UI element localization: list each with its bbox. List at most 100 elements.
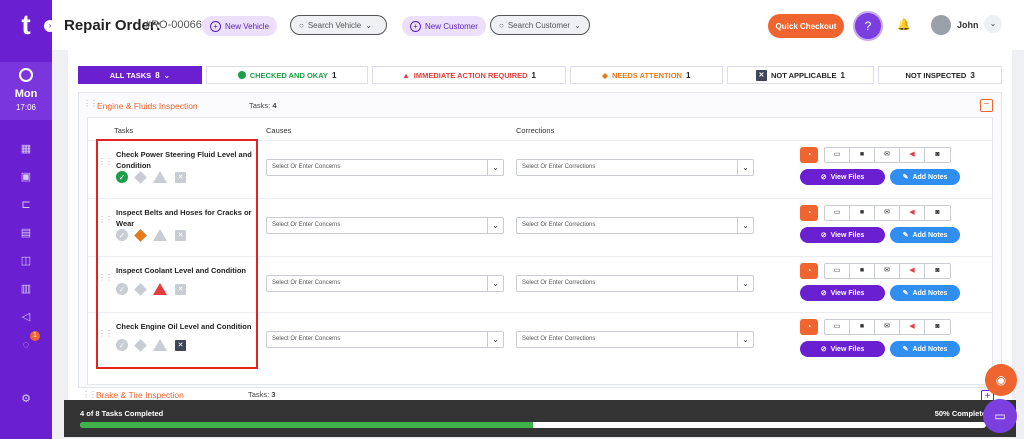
gauge-icon[interactable]: ◔: [800, 147, 818, 163]
image-icon[interactable]: ▭: [825, 264, 850, 278]
invoice-icon[interactable]: ▤: [19, 226, 33, 240]
audio-icon[interactable]: ◀: [900, 264, 925, 278]
warning-triangle-icon[interactable]: [153, 171, 167, 183]
not-applicable-icon[interactable]: ✕: [175, 339, 186, 351]
warning-triangle-icon[interactable]: [153, 339, 167, 351]
drag-handle-icon[interactable]: ⋮⋮: [83, 99, 98, 108]
corrections-select[interactable]: Select Or Enter Corrections ⌄: [516, 331, 754, 348]
filter-count: 1: [840, 70, 845, 80]
help-button[interactable]: ?: [853, 11, 883, 41]
video-icon[interactable]: ■: [850, 320, 875, 334]
drag-handle-icon[interactable]: ⋮⋮: [98, 273, 113, 282]
camera-icon[interactable]: ◙: [925, 148, 950, 162]
warning-triangle-icon[interactable]: [153, 229, 167, 241]
settings-icon[interactable]: ⚙: [19, 392, 33, 406]
camera-icon[interactable]: ◙: [925, 320, 950, 334]
collapse-section-button[interactable]: −: [980, 99, 993, 112]
corrections-select[interactable]: Select Or Enter Corrections ⌄: [516, 159, 754, 176]
camera-icon[interactable]: ◙: [925, 264, 950, 278]
check-circle-icon[interactable]: ✓: [116, 283, 128, 295]
video-icon[interactable]: ■: [850, 264, 875, 278]
check-circle-icon[interactable]: ✓: [116, 229, 128, 241]
drag-handle-icon[interactable]: ⋮⋮: [98, 329, 113, 338]
image-icon[interactable]: ▭: [825, 206, 850, 220]
causes-select[interactable]: Select Or Enter Concerns ⌄: [266, 331, 504, 348]
corrections-select[interactable]: Select Or Enter Corrections ⌄: [516, 217, 754, 234]
view-files-button[interactable]: ⊘ View Files: [800, 169, 885, 185]
chat-icon[interactable]: ◌ 1: [19, 331, 40, 352]
audio-icon[interactable]: ◀: [900, 148, 925, 162]
gauge-icon[interactable]: ◔: [800, 205, 818, 221]
not-applicable-icon[interactable]: ✕: [175, 171, 186, 183]
audio-icon[interactable]: ◀: [900, 206, 925, 220]
user-name[interactable]: John: [957, 20, 979, 30]
video-icon[interactable]: ■: [850, 206, 875, 220]
corrections-select[interactable]: Select Or Enter Corrections ⌄: [516, 275, 754, 292]
view-files-button[interactable]: ⊘ View Files: [800, 227, 885, 243]
message-icon[interactable]: ✉: [875, 264, 900, 278]
chevron-down-icon: ⌄: [737, 218, 753, 233]
section-title[interactable]: Engine & Fluids Inspection: [97, 101, 198, 111]
message-icon[interactable]: ✉: [875, 148, 900, 162]
gauge-icon[interactable]: ◔: [800, 319, 818, 335]
messages-icon[interactable]: ▭: [983, 399, 1017, 433]
attention-diamond-icon[interactable]: [134, 228, 147, 242]
filter-checked-okay[interactable]: CHECKED AND OKAY 1: [205, 66, 369, 84]
gauge-icon[interactable]: ◔: [800, 263, 818, 279]
next-section-title[interactable]: Brake & Tire Inspection: [96, 390, 184, 400]
causes-select[interactable]: Select Or Enter Concerns ⌄: [266, 159, 504, 176]
video-icon[interactable]: ■: [850, 148, 875, 162]
new-customer-button[interactable]: + New Customer: [402, 16, 486, 36]
filter-all-tasks[interactable]: ALL TASKS 8 ⌄: [78, 66, 202, 84]
app-logo[interactable]: t: [11, 10, 41, 40]
image-icon[interactable]: ▭: [825, 148, 850, 162]
add-notes-button[interactable]: ✎ Add Notes: [890, 169, 960, 185]
filter-immediate-action[interactable]: ▲ IMMEDIATE ACTION REQUIRED 1: [372, 66, 566, 84]
drag-handle-icon[interactable]: ⋮⋮: [98, 157, 113, 166]
not-applicable-icon[interactable]: ✕: [175, 229, 186, 241]
shop-icon[interactable]: ◫: [19, 254, 33, 268]
causes-select[interactable]: Select Or Enter Concerns ⌄: [266, 217, 504, 234]
causes-placeholder: Select Or Enter Concerns: [272, 336, 341, 342]
new-vehicle-button[interactable]: + New Vehicle: [202, 16, 278, 36]
message-icon[interactable]: ✉: [875, 320, 900, 334]
dashboard-icon[interactable]: ▦: [19, 142, 33, 156]
view-files-button[interactable]: ⊘ View Files: [800, 285, 885, 301]
chevron-down-icon[interactable]: ⌄: [984, 15, 1002, 33]
chevron-down-icon: ⌄: [365, 20, 372, 30]
filter-not-inspected[interactable]: NOT INSPECTED 3: [878, 66, 1003, 84]
search-customer-select[interactable]: ○ Search Customer ⌄: [490, 15, 590, 35]
megaphone-icon[interactable]: ◁: [19, 310, 33, 324]
drag-handle-icon[interactable]: ⋮⋮: [82, 390, 97, 399]
not-applicable-icon[interactable]: ✕: [175, 283, 186, 295]
check-circle-icon[interactable]: ✓: [116, 339, 128, 351]
filter-needs-attention[interactable]: ◆ NEEDS ATTENTION 1: [569, 66, 723, 84]
add-notes-button[interactable]: ✎ Add Notes: [890, 341, 960, 357]
check-circle-icon[interactable]: ✓: [116, 171, 128, 183]
attention-diamond-icon[interactable]: [134, 170, 147, 184]
filter-not-applicable[interactable]: ✕ NOT APPLICABLE 1: [726, 66, 875, 84]
warning-triangle-icon[interactable]: [153, 283, 167, 295]
quick-checkout-button[interactable]: Quick Checkout: [768, 14, 844, 38]
image-icon[interactable]: ▭: [825, 320, 850, 334]
add-notes-button[interactable]: ✎ Add Notes: [890, 227, 960, 243]
camera-icon[interactable]: ◙: [925, 206, 950, 220]
attention-diamond-icon[interactable]: [134, 338, 147, 352]
tasks-count: 4: [272, 101, 277, 110]
causes-select[interactable]: Select Or Enter Concerns ⌄: [266, 275, 504, 292]
avatar[interactable]: [931, 15, 951, 35]
search-icon: ○: [499, 20, 504, 30]
filter-count: 1: [531, 70, 536, 80]
bell-icon[interactable]: 🔔: [897, 18, 911, 31]
attention-diamond-icon[interactable]: [134, 282, 147, 296]
chat-bot-icon[interactable]: ◉: [985, 364, 1017, 396]
search-vehicle-select[interactable]: ○ Search Vehicle ⌄: [290, 15, 387, 35]
workflow-icon[interactable]: ⊏: [19, 198, 33, 212]
drag-handle-icon[interactable]: ⋮⋮: [98, 215, 113, 224]
view-files-button[interactable]: ⊘ View Files: [800, 341, 885, 357]
calendar-icon[interactable]: ▣: [19, 170, 33, 184]
add-notes-button[interactable]: ✎ Add Notes: [890, 285, 960, 301]
message-icon[interactable]: ✉: [875, 206, 900, 220]
audio-icon[interactable]: ◀: [900, 320, 925, 334]
document-icon[interactable]: ▥: [19, 282, 33, 296]
